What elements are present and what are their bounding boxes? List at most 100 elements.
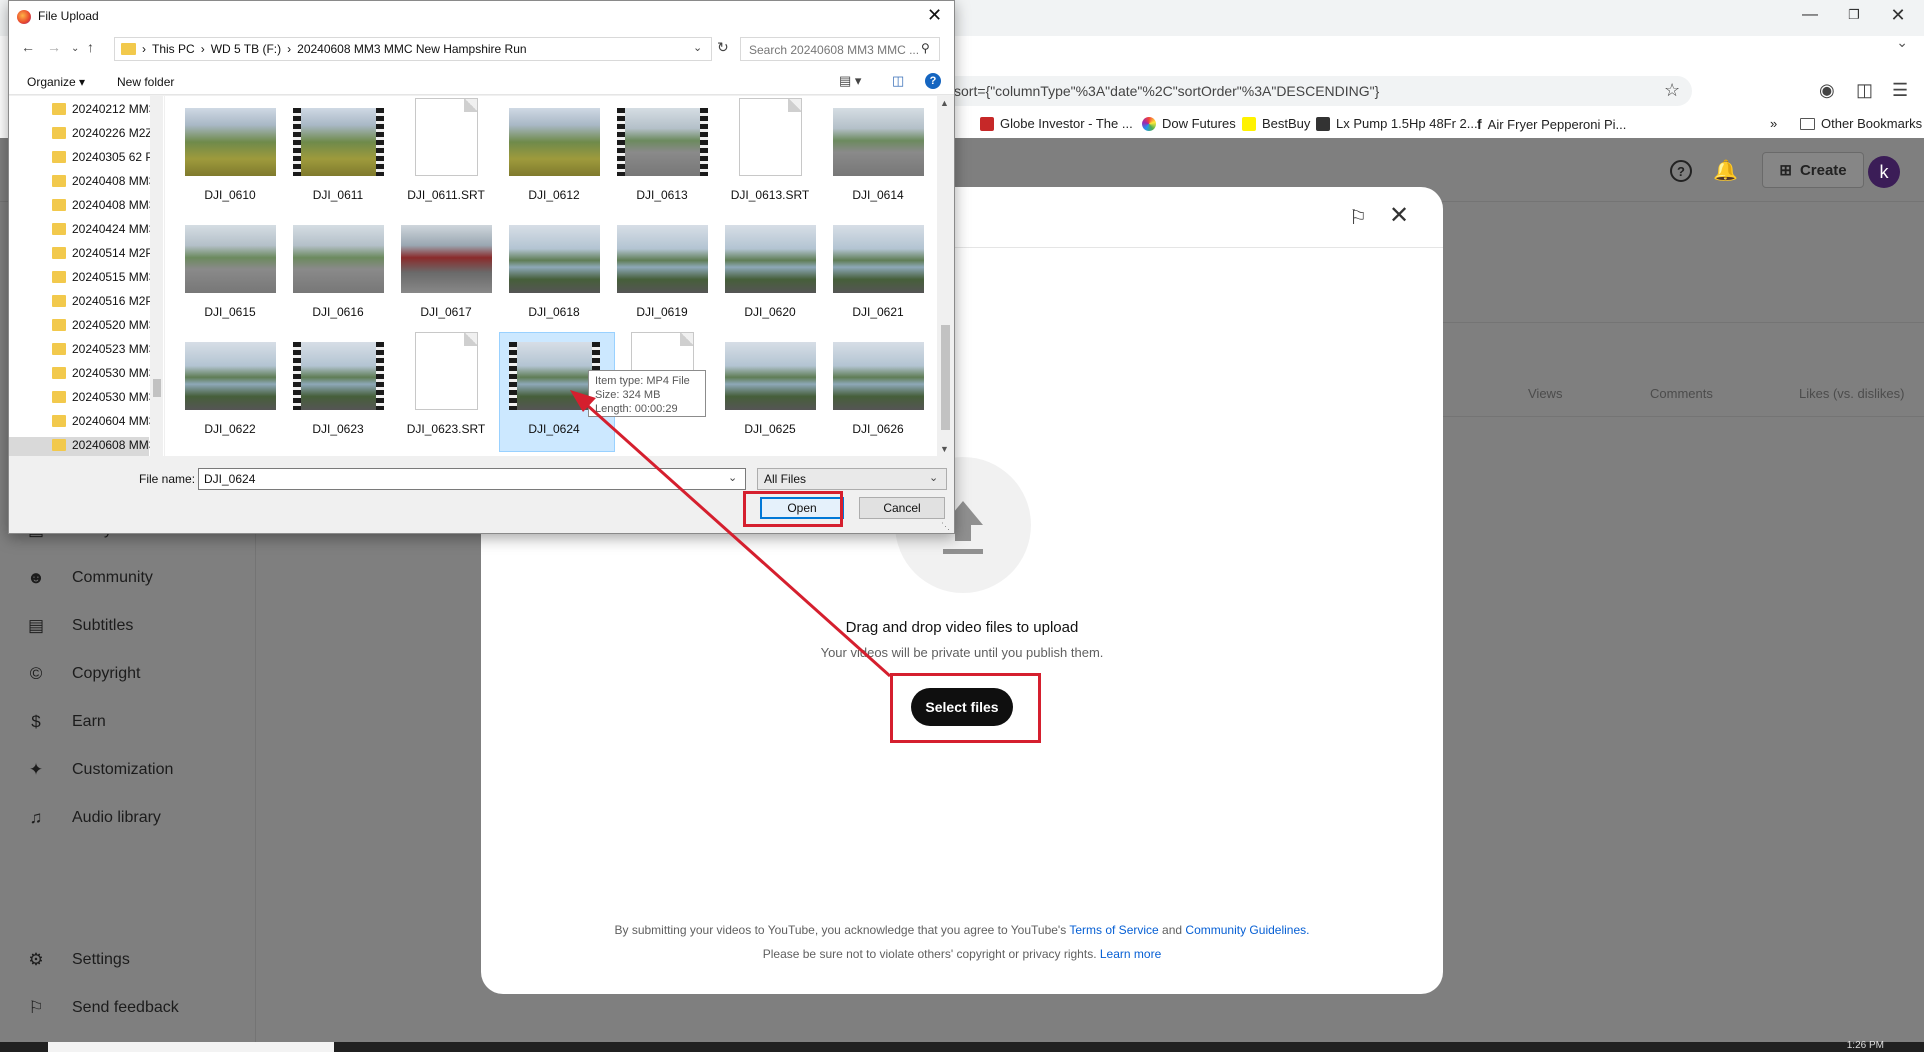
menu-icon[interactable]: ☰ (1892, 80, 1908, 101)
other-bookmarks[interactable]: Other Bookmarks (1800, 116, 1922, 131)
file-tile[interactable] (496, 445, 600, 456)
scroll-up-icon[interactable]: ▲ (940, 98, 949, 108)
learn-more-link[interactable]: Learn more (1100, 947, 1161, 961)
file-tile[interactable]: DJI_0612 (496, 96, 600, 208)
file-tile[interactable]: DJI_0625 (712, 328, 816, 442)
file-tile[interactable] (604, 445, 708, 456)
tree-folder-item[interactable]: 20240516 M2P (52, 291, 153, 311)
tree-folder-item[interactable]: 20240514 M2P (52, 243, 153, 263)
bookmark-item[interactable]: Globe Investor - The ... (980, 116, 1133, 131)
breadcrumb-item[interactable]: This PC (152, 42, 195, 56)
tree-folder-item[interactable]: 20240408 MM3 (52, 195, 155, 215)
column-likes[interactable]: Likes (vs. dislikes) (1799, 386, 1904, 401)
tab-list-chevron-icon[interactable]: ⌄ (1896, 34, 1908, 51)
tree-folder-item[interactable]: 20240305 62 Pa (52, 147, 160, 167)
file-tile[interactable]: DJI_0619 (604, 211, 708, 325)
file-tile[interactable] (388, 445, 492, 456)
organize-button[interactable]: Organize ▾ (27, 75, 85, 89)
file-tile[interactable]: DJI_0621 (820, 211, 924, 325)
sidebar-item-community[interactable]: ☻ Community (26, 568, 153, 588)
close-window-icon[interactable]: ✕ (1878, 2, 1918, 28)
grid-scrollbar-thumb[interactable] (941, 325, 950, 430)
file-tile[interactable] (820, 445, 924, 456)
change-view-icon[interactable]: ▤ ▾ (839, 73, 861, 89)
bookmark-item[interactable]: Dow Futures (1142, 116, 1236, 131)
bookmark-star-icon[interactable]: ☆ (1664, 80, 1680, 101)
address-dropdown-icon[interactable]: ⌄ (693, 41, 702, 54)
tree-folder-item[interactable]: 20240424 MM3 (52, 219, 155, 239)
bookmark-item[interactable]: BestBuy (1242, 116, 1310, 131)
file-tile[interactable]: DJI_0611.SRT (388, 96, 492, 208)
file-tile[interactable]: DJI_0610 (172, 96, 276, 208)
community-guidelines-link[interactable]: Community Guidelines. (1185, 923, 1309, 937)
extensions-icon[interactable]: ◫ (1856, 80, 1873, 101)
profile-icon[interactable]: ◉ (1819, 80, 1835, 101)
cancel-button[interactable]: Cancel (859, 497, 945, 519)
up-arrow-icon[interactable]: ↑ (87, 39, 94, 55)
file-tile[interactable]: DJI_0615 (172, 211, 276, 325)
tree-folder-item[interactable]: 20240530 MM3 (52, 363, 155, 383)
file-type-select[interactable]: All Files (757, 468, 947, 490)
file-tile[interactable]: DJI_0620 (712, 211, 816, 325)
sidebar-item-copyright[interactable]: © Copyright (26, 664, 141, 684)
tree-folder-item[interactable]: 20240530 MM3 (52, 387, 155, 407)
preview-pane-icon[interactable]: ◫ (892, 73, 904, 89)
help-icon[interactable]: ? (925, 73, 941, 89)
sidebar-item-send-feedback[interactable]: ⚐ Send feedback (26, 998, 178, 1018)
file-tile[interactable]: DJI_0623.SRT (388, 328, 492, 442)
file-tile[interactable]: DJI_0626 (820, 328, 924, 442)
file-tile[interactable]: DJI_0611 (280, 96, 384, 208)
file-tile[interactable] (172, 445, 276, 456)
file-tile[interactable]: DJI_0613.SRT (712, 96, 816, 208)
tree-folder-item[interactable]: 20240515 MM3 (52, 267, 155, 287)
file-tile[interactable]: DJI_0616 (280, 211, 384, 325)
close-icon[interactable]: ✕ (1389, 201, 1409, 230)
avatar[interactable]: k (1868, 156, 1900, 188)
file-tile[interactable] (280, 445, 384, 456)
tree-scrollbar[interactable] (150, 96, 163, 456)
tree-folder-item[interactable]: 20240608 MM3 (52, 435, 155, 455)
terms-of-service-link[interactable]: Terms of Service (1069, 923, 1158, 937)
file-tile[interactable]: DJI_0613 (604, 96, 708, 208)
sidebar-item-settings[interactable]: ⚙ Settings (26, 950, 129, 970)
resize-grip-icon[interactable]: ⋱ (941, 521, 950, 532)
file-name-dropdown-icon[interactable]: ⌄ (728, 471, 737, 484)
taskbar-search[interactable] (48, 1042, 334, 1052)
minimize-icon[interactable]: — (1790, 2, 1830, 28)
feedback-flag-icon[interactable]: ⚐ (1349, 205, 1367, 230)
refresh-icon[interactable]: ↻ (717, 39, 729, 56)
tree-scrollbar-thumb[interactable] (153, 379, 161, 397)
file-tile[interactable] (712, 445, 816, 456)
scroll-down-icon[interactable]: ▼ (940, 444, 949, 454)
more-bookmarks-icon[interactable]: » (1770, 116, 1777, 131)
folder-search-input[interactable]: Search 20240608 MM3 MMC ... (740, 37, 940, 61)
file-tile[interactable]: DJI_0614 (820, 96, 924, 208)
sidebar-item-subtitles[interactable]: ▤ Subtitles (26, 616, 133, 636)
tree-folder-item[interactable]: 20240604 MM3 (52, 411, 155, 431)
breadcrumb-item[interactable]: WD 5 TB (F:) (211, 42, 281, 56)
chevron-down-icon[interactable]: ⌄ (929, 471, 938, 484)
tree-folder-item[interactable]: 20240520 MM3 (52, 315, 155, 335)
breadcrumb-item[interactable]: 20240608 MM3 MMC New Hampshire Run (297, 42, 526, 56)
close-icon[interactable]: ✕ (927, 5, 942, 26)
new-folder-button[interactable]: New folder (117, 75, 174, 89)
column-comments[interactable]: Comments (1650, 386, 1713, 401)
bookmark-item[interactable]: f Air Fryer Pepperoni Pi... (1477, 116, 1626, 132)
tree-folder-item[interactable]: 20240408 MM3 (52, 171, 155, 191)
sidebar-item-earn[interactable]: $ Earn (26, 712, 106, 732)
tree-folder-item[interactable]: 20240212 MM3 (52, 99, 155, 119)
help-icon[interactable]: ? (1670, 160, 1692, 182)
file-tile[interactable]: DJI_0623 (280, 328, 384, 442)
sidebar-item-audio-library[interactable]: ♫ Audio library (26, 808, 161, 828)
create-button[interactable]: ⊞ Create (1762, 152, 1864, 188)
breadcrumb[interactable]: › This PC › WD 5 TB (F:) › 20240608 MM3 … (114, 37, 712, 61)
sidebar-item-customization[interactable]: ✦ Customization (26, 760, 174, 780)
file-tile[interactable]: DJI_0622 (172, 328, 276, 442)
file-tile[interactable]: DJI_0618 (496, 211, 600, 325)
file-name-input[interactable]: DJI_0624 (198, 468, 746, 490)
bookmark-item[interactable]: Lx Pump 1.5Hp 48Fr 2... (1316, 116, 1478, 131)
tree-folder-item[interactable]: 20240226 M2Z (52, 123, 153, 143)
recent-locations-chevron-icon[interactable]: ⌄ (71, 43, 79, 54)
notifications-bell-icon[interactable]: 🔔 (1713, 158, 1738, 183)
forward-arrow-icon[interactable]: → (47, 39, 61, 55)
